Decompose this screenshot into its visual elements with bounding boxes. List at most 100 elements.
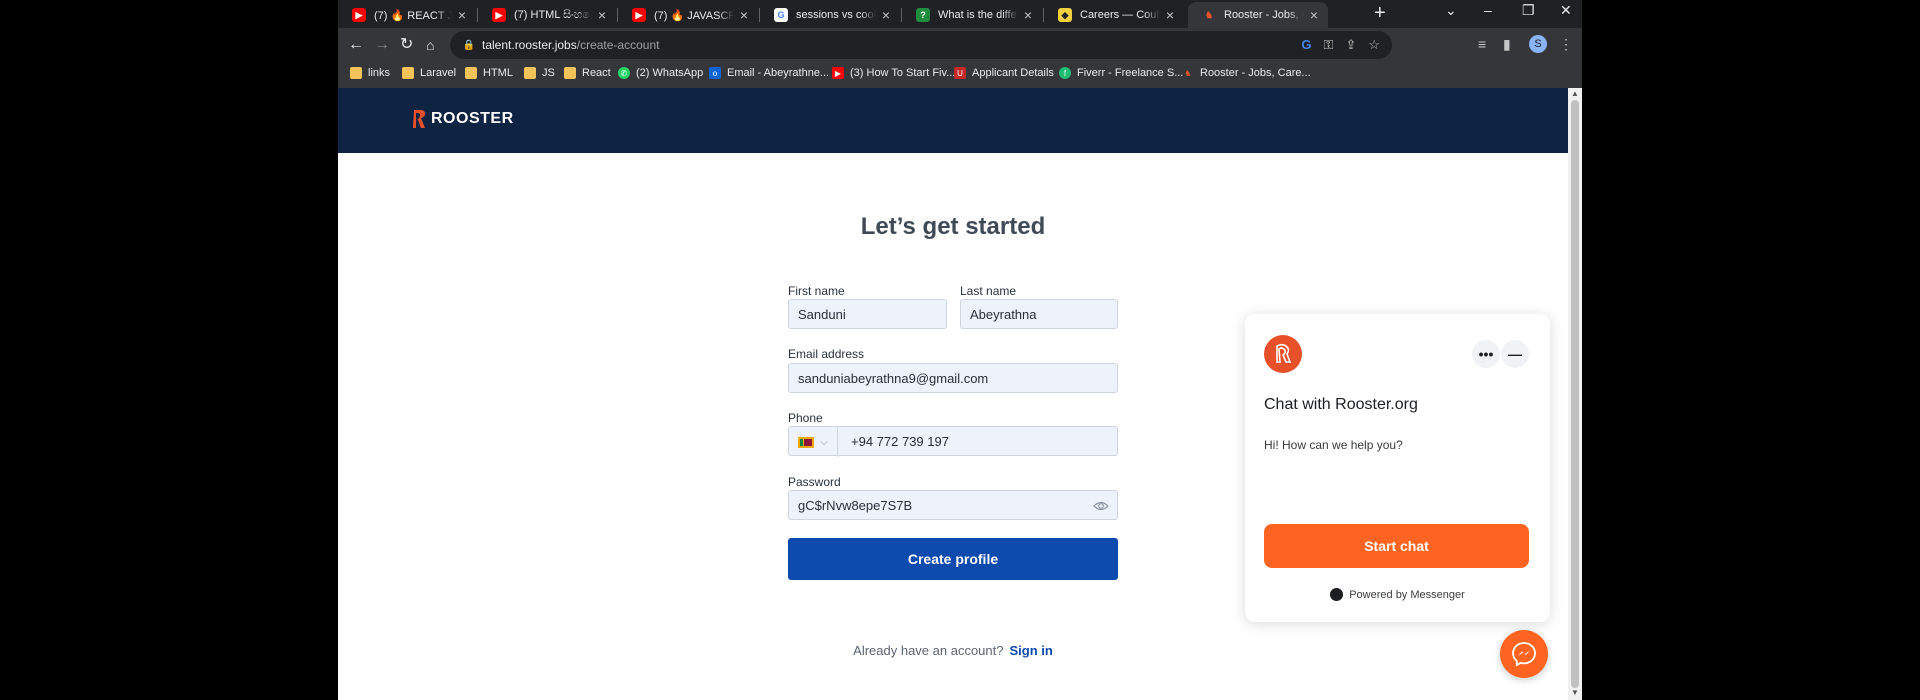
youtube-icon: ▶ — [352, 8, 366, 22]
password-field[interactable]: gC$rNvw8epe7S7B — [788, 490, 1118, 520]
bookmark-rooster[interactable]: ♞ Rooster - Jobs, Care... — [1182, 67, 1310, 79]
address-bar[interactable]: 🔒 talent.rooster.jobs/create-account G ⚿… — [450, 31, 1392, 59]
bookmarks-bar: links Laravel HTML JS React ✆ (2) WhatsAp… — [338, 62, 1582, 89]
tab-difference[interactable]: ? What is the difference × — [902, 2, 1042, 28]
minimize-window-icon[interactable]: – — [1484, 2, 1492, 18]
key-icon[interactable]: ⚿ — [1324, 37, 1334, 53]
browser-toolbar: ← → ↻ ⌂ 🔒 talent.rooster.jobs/create-acc… — [338, 28, 1582, 62]
minimize-icon[interactable]: — — [1501, 340, 1529, 368]
messenger-launcher-button[interactable] — [1500, 630, 1548, 678]
password-label: Password — [788, 475, 841, 489]
bookmark-html[interactable]: HTML — [465, 67, 513, 79]
start-chat-button[interactable]: Start chat — [1264, 524, 1529, 568]
reload-icon[interactable]: ↻ — [400, 35, 413, 55]
tab-javascript[interactable]: ▶ (7) 🔥 JAVASCRIPT FULL × — [618, 2, 758, 28]
country-code-select[interactable]: ⌵ — [789, 427, 838, 457]
tab-rooster[interactable]: ♞ Rooster - Jobs, Careers × — [1188, 2, 1328, 28]
green-doc-icon: ? — [916, 8, 930, 22]
google-lens-icon[interactable]: G — [1301, 37, 1311, 53]
close-icon[interactable]: × — [1304, 7, 1324, 23]
side-panel-icon[interactable]: ▮ — [1503, 36, 1511, 53]
bookmark-email[interactable]: o Email - Abeyrathne... — [709, 67, 829, 79]
first-name-label: First name — [788, 284, 845, 298]
password-value: gC$rNvw8epe7S7B — [798, 497, 913, 513]
bookmark-fiverr[interactable]: f Fiverr - Freelance S... — [1059, 67, 1183, 79]
google-icon: G — [774, 8, 788, 22]
menu-icon[interactable]: ⋮ — [1559, 36, 1573, 53]
tab-strip: ▶ (7) 🔥 REACT JS FULL × ▶ (7) HTML සිංහල… — [338, 0, 1582, 28]
tab-search-icon[interactable]: ⌄ — [1445, 2, 1457, 19]
rooster-logo-icon — [413, 110, 425, 128]
folder-icon — [524, 67, 536, 79]
sign-in-link[interactable]: Sign in — [1009, 643, 1052, 658]
media-icon[interactable]: ≡ — [1478, 36, 1486, 52]
rooster-icon — [1276, 343, 1292, 363]
email-label: Email address — [788, 347, 865, 361]
rooster-icon: ♞ — [1204, 9, 1214, 20]
bookmark-star-icon[interactable]: ☆ — [1368, 37, 1380, 53]
more-icon[interactable]: ••• — [1472, 340, 1500, 368]
close-icon[interactable]: × — [452, 7, 472, 23]
rooster-avatar — [1264, 335, 1302, 373]
folder-icon — [564, 67, 576, 79]
page-scrollbar[interactable]: ▲ ▼ — [1568, 88, 1582, 700]
close-icon[interactable]: × — [1160, 7, 1180, 23]
messenger-icon — [1330, 588, 1344, 601]
chevron-down-icon: ⌵ — [820, 436, 828, 448]
chat-message: Hi! How can we help you? — [1264, 438, 1403, 452]
first-name-field[interactable]: Sanduni — [788, 299, 947, 329]
phone-label: Phone — [788, 411, 823, 425]
site-header: ROOSTER — [338, 88, 1568, 153]
chat-widget: ••• — Chat with Rooster.org Hi! How can … — [1245, 314, 1550, 622]
create-profile-button[interactable]: Create profile — [788, 538, 1118, 580]
profile-avatar[interactable]: S — [1529, 35, 1547, 53]
share-icon[interactable]: ⇪ — [1345, 37, 1356, 53]
eye-icon[interactable] — [1093, 498, 1109, 514]
last-name-field[interactable]: Abeyrathna — [960, 299, 1118, 329]
close-icon[interactable]: × — [592, 7, 612, 23]
page-title: Let’s get started — [860, 213, 1046, 240]
rooster-icon: ♞ — [1184, 68, 1192, 78]
bookmark-fiverr-video[interactable]: ▶ (3) How To Start Fiv... — [832, 67, 955, 79]
whatsapp-icon: ✆ — [618, 67, 630, 79]
tab-react[interactable]: ▶ (7) 🔥 REACT JS FULL × — [338, 2, 476, 28]
phone-value: +94 772 739 197 — [851, 433, 949, 449]
home-icon[interactable]: ⌂ — [426, 35, 434, 55]
bookmark-whatsapp[interactable]: ✆ (2) WhatsApp — [618, 67, 703, 79]
page-content: ROOSTER Let’s get started First name San… — [338, 88, 1568, 700]
close-icon[interactable]: × — [1018, 7, 1038, 23]
bookmark-react[interactable]: React — [564, 67, 611, 79]
folder-icon — [350, 67, 362, 79]
youtube-icon: ▶ — [632, 8, 646, 22]
scroll-down-icon[interactable]: ▼ — [1571, 688, 1579, 697]
forward-icon[interactable]: → — [374, 35, 390, 55]
bookmark-js[interactable]: JS — [524, 67, 555, 79]
close-icon[interactable]: × — [734, 7, 754, 23]
chat-title: Chat with Rooster.org — [1264, 396, 1418, 413]
close-window-icon[interactable]: ✕ — [1560, 2, 1572, 19]
last-name-label: Last name — [960, 284, 1017, 298]
folder-icon — [402, 67, 414, 79]
restore-window-icon[interactable]: ❐ — [1522, 2, 1535, 19]
sri-lanka-flag-icon — [798, 436, 815, 448]
tab-coullax[interactable]: ◆ Careers — Coullax × — [1044, 2, 1184, 28]
signin-prompt: Already have an account? Sign in — [853, 643, 1053, 658]
tab-sessions[interactable]: G sessions vs cookies in × — [760, 2, 900, 28]
scroll-thumb[interactable] — [1571, 100, 1579, 688]
bookmark-links[interactable]: links — [350, 67, 390, 79]
scroll-up-icon[interactable]: ▲ — [1571, 89, 1579, 98]
powered-by: Powered by Messenger — [1245, 588, 1550, 601]
email-field[interactable]: sanduniabeyrathna9@gmail.com — [788, 363, 1118, 393]
bookmark-laravel[interactable]: Laravel — [402, 67, 456, 79]
messenger-icon — [1512, 642, 1536, 667]
new-tab-icon[interactable]: + — [1374, 3, 1386, 23]
coullax-icon: ◆ — [1058, 8, 1072, 22]
folder-icon — [465, 67, 477, 79]
close-icon[interactable]: × — [876, 7, 896, 23]
phone-field[interactable]: ⌵ +94 772 739 197 — [788, 426, 1118, 457]
back-icon[interactable]: ← — [348, 35, 364, 55]
lock-icon[interactable]: 🔒 — [463, 40, 475, 51]
rooster-logo[interactable]: ROOSTER — [411, 108, 514, 130]
bookmark-applicant-details[interactable]: U Applicant Details — [954, 67, 1054, 79]
tab-html[interactable]: ▶ (7) HTML සිංහලෙන් × — [478, 2, 616, 28]
